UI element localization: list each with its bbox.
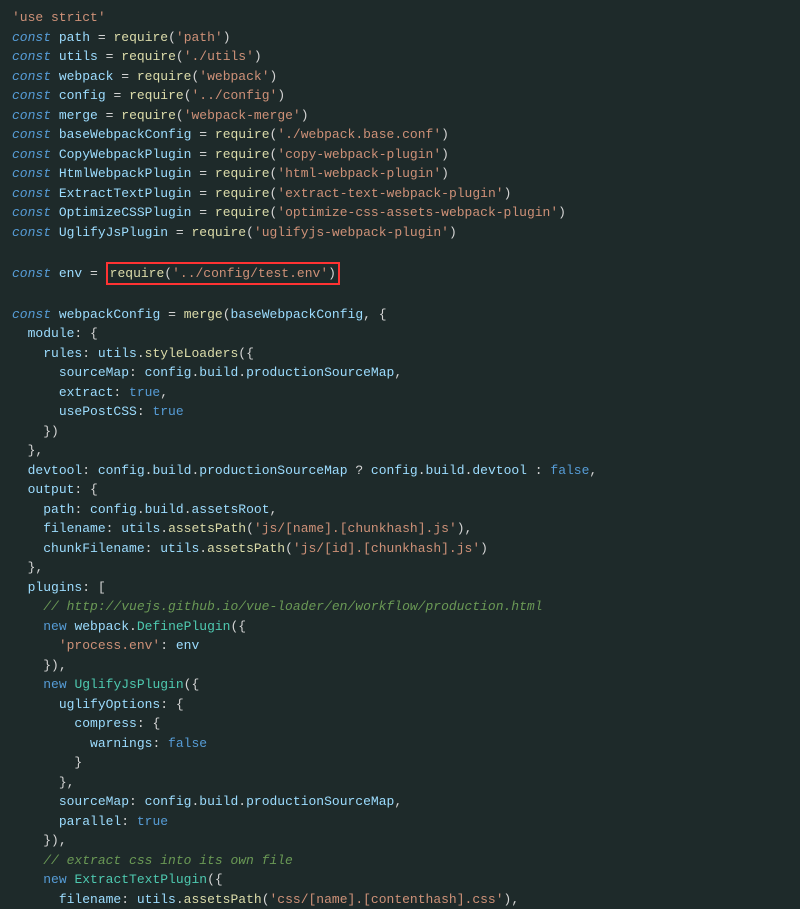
code-line: }, [12,558,788,578]
code-line: const OptimizeCSSPlugin = require('optim… [12,203,788,223]
code-line: const config = require('../config') [12,86,788,106]
code-line: new UglifyJsPlugin({ [12,675,788,695]
code-line: uglifyOptions: { [12,695,788,715]
code-line-highlighted: const env = require('../config/test.env'… [12,262,788,286]
code-line: rules: utils.styleLoaders({ [12,344,788,364]
code-line: sourceMap: config.build.productionSource… [12,363,788,383]
code-line: }), [12,656,788,676]
code-line: output: { [12,480,788,500]
code-line: const CopyWebpackPlugin = require('copy-… [12,145,788,165]
code-line: }), [12,831,788,851]
code-line: const ExtractTextPlugin = require('extra… [12,184,788,204]
code-line: const UglifyJsPlugin = require('uglifyjs… [12,223,788,243]
code-line: const baseWebpackConfig = require('./web… [12,125,788,145]
code-line: const path = require('path') [12,28,788,48]
code-line: }) [12,422,788,442]
code-line: }, [12,773,788,793]
code-line [12,285,788,305]
code-editor[interactable]: 'use strict' const path = require('path'… [12,8,788,909]
code-line: warnings: false [12,734,788,754]
code-line: devtool: config.build.productionSourceMa… [12,461,788,481]
code-line [12,242,788,262]
code-line: 'use strict' [12,8,788,28]
code-line: } [12,753,788,773]
code-line: const webpack = require('webpack') [12,67,788,87]
code-line: compress: { [12,714,788,734]
code-line: sourceMap: config.build.productionSource… [12,792,788,812]
code-line: module: { [12,324,788,344]
code-line: parallel: true [12,812,788,832]
code-line: filename: utils.assetsPath('css/[name].[… [12,890,788,909]
code-line: new webpack.DefinePlugin({ [12,617,788,637]
code-line: path: config.build.assetsRoot, [12,500,788,520]
highlight-box: require('../config/test.env') [106,262,340,286]
code-line: const utils = require('./utils') [12,47,788,67]
code-line: filename: utils.assetsPath('js/[name].[c… [12,519,788,539]
code-line: extract: true, [12,383,788,403]
code-line: plugins: [ [12,578,788,598]
code-line: new ExtractTextPlugin({ [12,870,788,890]
code-line: const merge = require('webpack-merge') [12,106,788,126]
code-line: // http://vuejs.github.io/vue-loader/en/… [12,597,788,617]
code-line: // extract css into its own file [12,851,788,871]
code-line: usePostCSS: true [12,402,788,422]
code-line: 'process.env': env [12,636,788,656]
code-line: chunkFilename: utils.assetsPath('js/[id]… [12,539,788,559]
code-line: const webpackConfig = merge(baseWebpackC… [12,305,788,325]
code-line: const HtmlWebpackPlugin = require('html-… [12,164,788,184]
code-line: }, [12,441,788,461]
